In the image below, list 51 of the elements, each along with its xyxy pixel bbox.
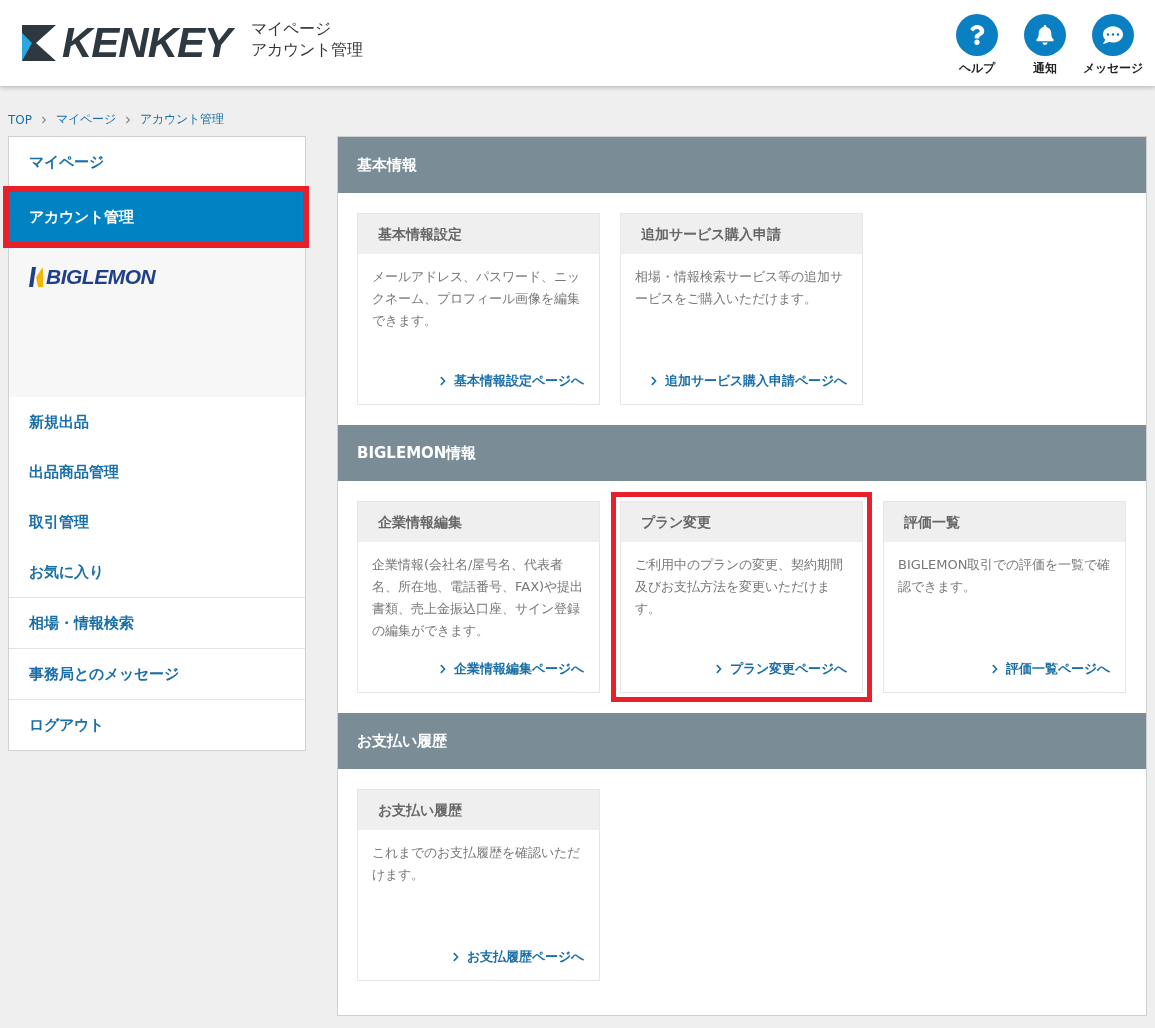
- chevron-icon: [40, 115, 48, 124]
- breadcrumb-link[interactable]: TOP: [8, 112, 32, 127]
- sidebar-item[interactable]: マイページ: [9, 137, 305, 187]
- card-description: 企業情報(会社名/屋号名、代表者名、所在地、電話番号、FAX)や提出書類、売上金振込口座、サイン登録の編集ができます。: [371, 556, 585, 640]
- sidebar-item[interactable]: ログアウト: [9, 700, 305, 750]
- help-icon: [956, 14, 998, 56]
- chat-button[interactable]: メッセージ: [1081, 14, 1145, 77]
- card-link[interactable]: 追加サービス購入申請ページへ: [649, 372, 847, 390]
- chevron-icon: [990, 664, 1000, 674]
- sidebar-item[interactable]: 出品商品管理: [9, 447, 305, 497]
- sidebar-item[interactable]: 新規出品: [9, 397, 305, 447]
- sidebar-item[interactable]: 取引管理: [9, 497, 305, 547]
- card-link[interactable]: プラン変更ページへ: [714, 660, 847, 678]
- section-heading: お支払い履歴: [338, 713, 1146, 769]
- section-heading: BIGLEMON情報: [338, 425, 1146, 481]
- card-title: 基本情報設定: [358, 214, 599, 254]
- card-description: メールアドレス、パスワード、ニックネーム、プロフィール画像を編集できます。: [371, 268, 581, 330]
- chevron-icon: [124, 115, 132, 124]
- card-link[interactable]: 企業情報編集ページへ: [438, 660, 584, 678]
- chevron-icon: [438, 664, 448, 674]
- chevron-icon: [438, 376, 448, 386]
- card-title: お支払い履歴: [358, 790, 599, 830]
- bell-icon: [1024, 14, 1066, 56]
- brand-logo-text: BIGLEMON: [46, 265, 156, 289]
- chat-bubble-icon: [1092, 14, 1134, 56]
- chevron-icon: [451, 952, 461, 962]
- help-button[interactable]: ヘルプ: [945, 14, 1009, 77]
- sidebar-item[interactable]: 相場・情報検索: [9, 598, 305, 648]
- card-description: BIGLEMON取引での評価を一覧で確認できます。: [897, 556, 1112, 596]
- breadcrumb-link[interactable]: アカウント管理: [140, 111, 224, 128]
- breadcrumb-link[interactable]: マイページ: [56, 111, 116, 128]
- card-description: ご利用中のプランの変更、契約期間及びお支払方法を変更いただけます。: [634, 556, 844, 618]
- card-title: 企業情報編集: [358, 502, 599, 542]
- card-description: これまでのお支払履歴を確認いただけます。: [371, 844, 581, 884]
- page-title: マイページ: [251, 18, 333, 39]
- bell-button[interactable]: 通知: [1013, 14, 1077, 77]
- sidebar-item[interactable]: お気に入り: [9, 547, 305, 597]
- logo-mark-icon: [22, 25, 56, 61]
- card-link[interactable]: 評価一覧ページへ: [990, 660, 1110, 678]
- sidebar-item[interactable]: 事務局とのメッセージ: [9, 649, 305, 699]
- section-heading: 基本情報: [338, 137, 1146, 193]
- card-link[interactable]: 基本情報設定ページへ: [438, 372, 584, 390]
- card-title: 評価一覧: [884, 502, 1125, 542]
- chevron-icon: [714, 664, 724, 674]
- card-title: 追加サービス購入申請: [621, 214, 862, 254]
- chevron-icon: [649, 376, 659, 386]
- page-title: アカウント管理: [251, 39, 364, 60]
- brand-mark-icon: [29, 267, 43, 287]
- card-description: 相場・情報検索サービス等の追加サービスをご購入いただけます。: [634, 268, 844, 308]
- card-link[interactable]: お支払履歴ページへ: [451, 948, 584, 966]
- card-title: プラン変更: [621, 502, 862, 542]
